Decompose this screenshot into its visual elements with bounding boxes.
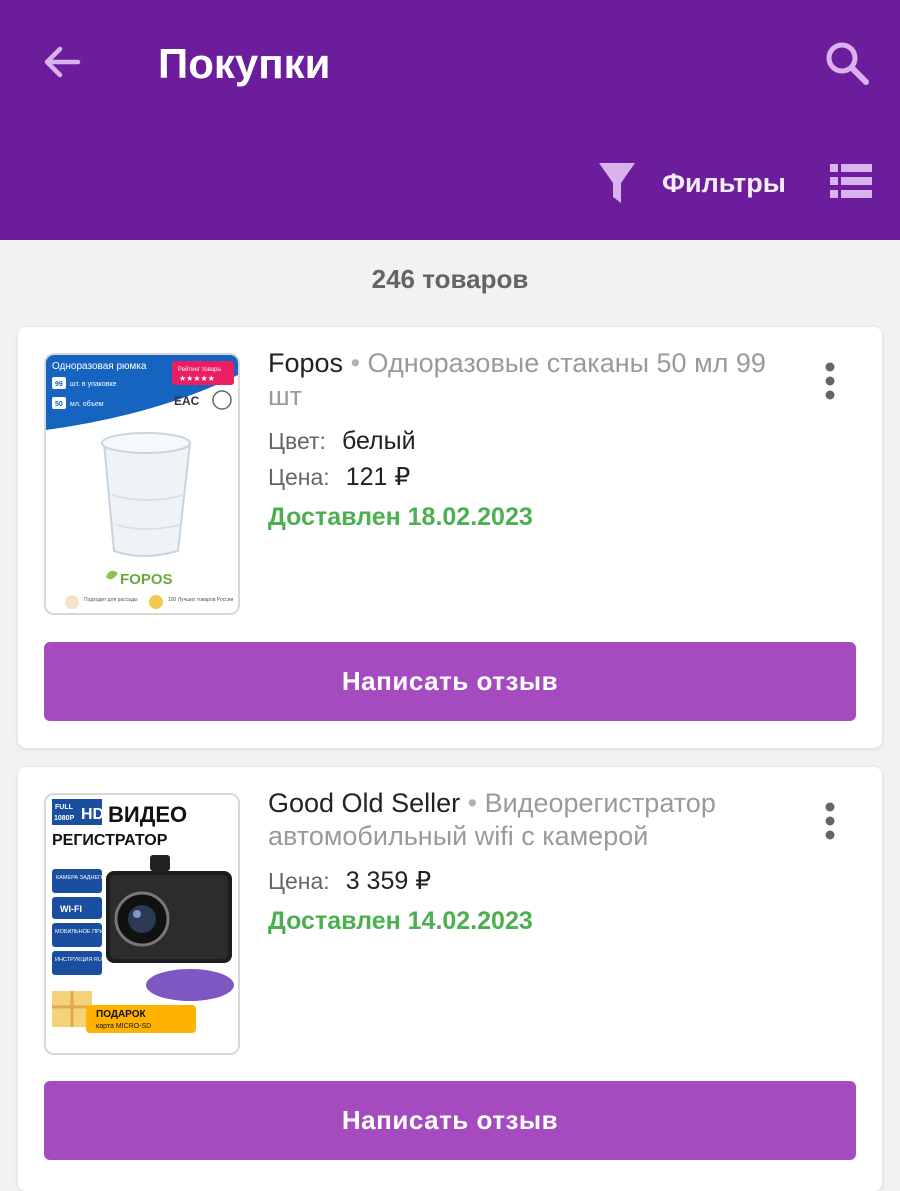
- image-rating-label: Рейтинг товара: [178, 366, 222, 373]
- image-resolution-label: 1080P: [54, 815, 75, 822]
- image-gift-label: ПОДАРОК: [96, 1009, 146, 1020]
- image-eac-mark: EAC: [174, 394, 200, 408]
- back-button[interactable]: [38, 38, 86, 86]
- more-options-button[interactable]: [816, 801, 844, 841]
- order-info: Good Old Seller • Видеорегистратор автом…: [268, 787, 788, 936]
- write-review-button[interactable]: Написать отзыв: [44, 1081, 856, 1160]
- title-separator: •: [350, 348, 361, 378]
- price-value: 3 359 ₽: [345, 867, 432, 895]
- filter-icon: [599, 163, 635, 203]
- order-card: Одноразовая рюмка 99 шт. в упаковке 50 м…: [18, 327, 882, 748]
- color-row: Цвет: белый: [268, 425, 788, 457]
- image-badge-best: 100 Лучших товаров России: [168, 597, 234, 603]
- product-image[interactable]: Одноразовая рюмка 99 шт. в упаковке 50 м…: [44, 353, 240, 615]
- image-feature-manual: ИНСТРУКЦИЯ RUS: [55, 957, 106, 963]
- price-row: Цена: 121 ₽: [268, 461, 788, 493]
- price-value: 121 ₽: [345, 463, 411, 491]
- search-button[interactable]: [820, 36, 874, 90]
- seller-name: Good Old Seller: [268, 788, 461, 818]
- search-icon: [826, 42, 869, 85]
- image-badge-seedlings: Подходит для рассады: [84, 597, 138, 603]
- image-volume-text: мл. объем: [70, 400, 104, 408]
- color-label: Цвет:: [268, 428, 326, 454]
- image-feature-wifi: WI-FI: [60, 904, 82, 914]
- list-view-icon: [830, 164, 872, 198]
- price-label: Цена:: [268, 464, 330, 490]
- image-full-label: FULL: [55, 804, 74, 811]
- image-title-recorder: РЕГИСТРАТОР: [52, 832, 168, 849]
- product-title[interactable]: Good Old Seller • Видеорегистратор автом…: [268, 787, 788, 853]
- price-label: Цена:: [268, 868, 330, 894]
- app-bar: Покупки Фильтры: [0, 0, 900, 240]
- order-info: Fopos • Одноразовые стаканы 50 мл 99 шт …: [268, 347, 788, 532]
- more-vert-icon: [825, 802, 835, 840]
- image-gift-card: карта MICRO-SD: [96, 1023, 151, 1030]
- filter-label: Фильтры: [662, 167, 786, 198]
- color-value: белый: [341, 427, 416, 455]
- product-image[interactable]: FULL 1080P HD ВИДЕО РЕГИСТРАТОР КАМЕРА З…: [44, 793, 240, 1055]
- image-qty-number: 99: [55, 381, 63, 388]
- view-toggle-button[interactable]: [830, 164, 872, 200]
- write-review-button[interactable]: Написать отзыв: [44, 642, 856, 721]
- delivery-status: Доставлен 14.02.2023: [268, 907, 533, 935]
- image-title-video: ВИДЕО: [108, 802, 187, 827]
- page-title: Покупки: [158, 40, 331, 87]
- more-options-button[interactable]: [816, 361, 844, 401]
- image-hd-label: HD: [81, 806, 104, 823]
- image-banner-text: Одноразовая рюмка: [52, 361, 147, 372]
- more-vert-icon: [825, 362, 835, 400]
- filter-button[interactable]: Фильтры: [596, 156, 786, 210]
- arrow-left-icon: [44, 46, 81, 78]
- image-rating-stars: ★★★★★: [179, 374, 215, 383]
- price-row: Цена: 3 359 ₽: [268, 865, 788, 897]
- items-count: 246 товаров: [371, 264, 529, 294]
- title-separator: •: [467, 788, 478, 818]
- image-brand-logo: FOPOS: [120, 571, 173, 588]
- image-qty-text: шт. в упаковке: [70, 381, 117, 388]
- product-title[interactable]: Fopos • Одноразовые стаканы 50 мл 99 шт: [268, 347, 788, 413]
- seller-name: Fopos: [268, 348, 344, 378]
- order-card: FULL 1080P HD ВИДЕО РЕГИСТРАТОР КАМЕРА З…: [18, 767, 882, 1191]
- image-volume-number: 50: [55, 401, 63, 408]
- product-name: Одноразовые стаканы 50 мл 99 шт: [268, 348, 766, 411]
- delivery-status: Доставлен 18.02.2023: [268, 503, 533, 531]
